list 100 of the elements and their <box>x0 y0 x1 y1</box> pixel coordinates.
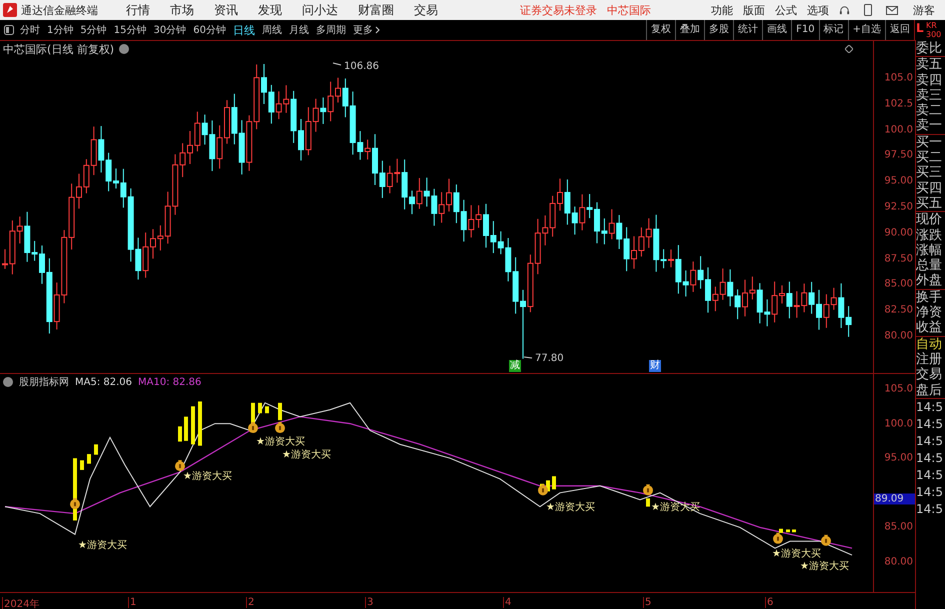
trade-menu-item[interactable]: 自动 <box>916 336 945 352</box>
signal-label: ★游资大买 <box>256 436 305 448</box>
quote-field-label: 现价 <box>916 212 943 228</box>
signal-label: ★游资大买 <box>800 560 849 572</box>
quote-mode-label[interactable]: L <box>916 21 926 41</box>
period-tab[interactable]: 月线 <box>288 23 309 37</box>
menu-item[interactable]: 选项 <box>807 2 829 18</box>
quote-field-label: 总量 <box>916 258 943 274</box>
toolbar-button[interactable]: F10 <box>791 20 819 40</box>
price-axis-label: 102.5 <box>884 98 913 110</box>
toolbar-button[interactable]: 多股 <box>704 20 734 40</box>
toolbar-button[interactable]: 统计 <box>733 20 762 40</box>
phone-icon[interactable] <box>864 4 872 16</box>
menu-item[interactable]: 版面 <box>743 2 765 18</box>
date-axis-label: 1 <box>128 597 136 608</box>
chevron-right-icon[interactable] <box>374 26 380 34</box>
price-axis-label: 90.00 <box>884 227 913 238</box>
period-tab[interactable]: 分时 <box>20 23 40 37</box>
indicator-axis-label: 105.0 <box>884 384 913 394</box>
menu-item[interactable]: 功能 <box>711 2 733 18</box>
diamond-icon[interactable] <box>845 45 853 53</box>
money-bag-icon <box>821 534 831 546</box>
quote-field-label: 买五 <box>916 196 943 212</box>
quote-field-label: 卖一 <box>916 118 943 134</box>
period-tab[interactable]: 周线 <box>262 23 282 37</box>
login-status[interactable]: 证券交易未登录 <box>520 2 597 18</box>
period-tab[interactable]: 5分钟 <box>80 23 107 37</box>
event-marker[interactable]: 财 <box>649 360 661 372</box>
menu-item[interactable]: 公式 <box>775 2 797 18</box>
toolbar-button[interactable]: 返回 <box>885 20 914 40</box>
toolbar-button[interactable]: 画线 <box>762 20 792 40</box>
signal-bar <box>191 406 195 444</box>
period-tab[interactable]: 1分钟 <box>47 23 74 37</box>
money-bag-icon <box>275 422 285 434</box>
signal-bar <box>258 402 262 414</box>
toolbar-button[interactable]: 标记 <box>818 20 848 40</box>
trade-menu-item[interactable]: 注册 <box>916 352 945 368</box>
price-axis-label: 92.50 <box>884 202 913 212</box>
mail-icon[interactable] <box>886 6 898 14</box>
money-bag-icon <box>538 484 548 496</box>
menu-item[interactable]: 资讯 <box>214 2 238 18</box>
period-tab[interactable]: 60分钟 <box>193 23 226 37</box>
quote-field-label: 买四 <box>916 180 943 196</box>
dropdown-icon[interactable] <box>3 377 13 387</box>
trade-menu-item[interactable]: 盘后 <box>916 382 945 398</box>
dropdown-icon[interactable] <box>119 44 129 54</box>
price-axis-label: 85.00 <box>884 278 913 290</box>
money-bag-icon <box>70 498 80 510</box>
trade-menu-item[interactable]: 交易 <box>916 367 945 383</box>
logo-icon <box>3 3 17 17</box>
indicator-axis-label: 100.0 <box>884 418 913 430</box>
signal-bar <box>265 406 269 414</box>
quote-field-label: 外盘 <box>916 273 943 289</box>
ma5-value: MA5: 82.06 <box>75 376 132 388</box>
signal-bar <box>646 498 650 507</box>
quote-field-label: 收益 <box>916 320 943 336</box>
signal-bar <box>178 426 182 442</box>
panel-toggle-icon[interactable] <box>4 25 14 35</box>
signal-label: ★游资大买 <box>546 502 595 514</box>
toolbar-button[interactable]: +自选 <box>848 20 885 40</box>
menu-item[interactable]: 市场 <box>170 2 194 18</box>
quote-field-label: 卖四 <box>916 72 943 88</box>
headset-icon[interactable] <box>839 4 850 16</box>
ma10-value: MA10: 82.86 <box>138 376 202 388</box>
quote-field-label: 涨幅 <box>916 242 943 258</box>
price-axis-label: 87.50 <box>884 253 913 264</box>
date-axis-label: 3 <box>365 597 374 608</box>
signal-bar <box>786 529 790 532</box>
user-label[interactable]: 游客 <box>913 2 935 18</box>
more-tab[interactable]: 更多 <box>352 23 373 37</box>
menu-item[interactable]: 交易 <box>414 2 438 18</box>
quote-field-label: 涨跌 <box>916 228 943 243</box>
toolbar-button[interactable]: 复权 <box>646 20 676 40</box>
money-bag-icon <box>175 460 185 472</box>
trade-time: 14:5 <box>916 500 944 518</box>
period-tab[interactable]: 15分钟 <box>114 23 146 37</box>
quote-field-label: 净资 <box>916 305 943 320</box>
menu-item[interactable]: 财富圈 <box>358 2 394 18</box>
date-axis-label: 4 <box>503 597 512 608</box>
price-axis-label: 80.00 <box>884 330 913 342</box>
period-tab[interactable]: 日线 <box>232 22 255 38</box>
toolbar-button[interactable]: 叠加 <box>675 20 704 40</box>
period-tab[interactable]: 30分钟 <box>153 23 186 37</box>
signal-label: ★游资大买 <box>282 450 331 460</box>
period-tab[interactable]: 多周期 <box>316 23 346 37</box>
signal-bar <box>94 444 98 455</box>
signal-bar <box>278 402 282 420</box>
trade-time: 14:5 <box>916 450 944 467</box>
indicator-name: 股朋指标网 <box>19 376 69 389</box>
trade-time: 14:5 <box>916 416 944 433</box>
price-axis-label: 95.00 <box>884 176 913 187</box>
date-axis-label: 2 <box>246 597 254 608</box>
money-bag-icon <box>248 422 258 434</box>
menu-item[interactable]: 问小达 <box>302 2 338 18</box>
menu-item[interactable]: 行情 <box>126 2 150 18</box>
menu-item[interactable]: 发现 <box>258 2 282 18</box>
date-axis-label: 6 <box>765 597 774 608</box>
money-bag-icon <box>773 532 783 544</box>
quote-field-label: 买一 <box>916 134 943 150</box>
indicator-axis-label: 85.00 <box>884 522 913 533</box>
